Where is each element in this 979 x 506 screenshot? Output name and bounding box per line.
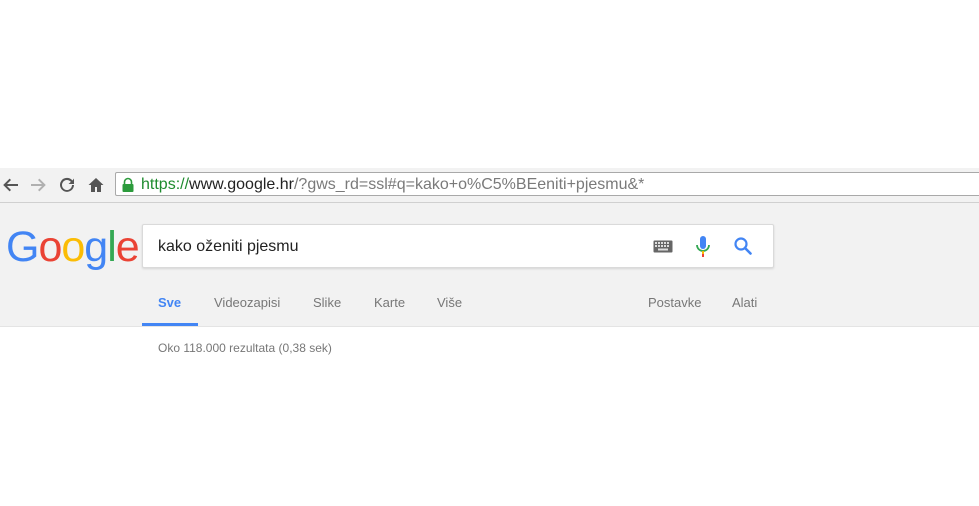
back-button[interactable] — [0, 172, 22, 198]
active-tab-indicator — [142, 323, 198, 326]
tab-alati[interactable]: Alati — [732, 295, 757, 310]
keyboard-icon[interactable] — [653, 240, 673, 253]
home-button[interactable] — [85, 172, 107, 198]
reload-icon — [60, 177, 74, 192]
browser-toolbar: https://www.google.hr/?gws_rd=ssl#q=kako… — [0, 168, 979, 203]
forward-icon — [31, 178, 46, 192]
logo-letter: G — [6, 223, 39, 271]
logo-letter: e — [115, 223, 140, 271]
url-scheme: https:// — [141, 176, 190, 193]
tab-slike[interactable]: Slike — [313, 295, 341, 310]
logo-letter: g — [84, 223, 108, 271]
address-bar[interactable]: https://www.google.hr/?gws_rd=ssl#q=kako… — [115, 172, 979, 196]
back-icon — [3, 178, 19, 192]
logo-letter: l — [107, 223, 117, 271]
tab-sve[interactable]: Sve — [158, 295, 181, 310]
result-stats: Oko 118.000 rezultata (0,38 sek) — [158, 341, 332, 355]
url-host: www.google.hr — [189, 176, 294, 193]
url-text: https://www.google.hr/?gws_rd=ssl#q=kako… — [141, 176, 644, 194]
microphone-icon[interactable] — [695, 235, 711, 259]
tab-karte[interactable]: Karte — [374, 295, 405, 310]
reload-button[interactable] — [56, 172, 78, 198]
google-header: Google Sve Videozapisi Slike Karte Više — [0, 203, 979, 327]
google-logo[interactable]: Google — [6, 222, 140, 272]
lock-icon — [122, 177, 134, 192]
tab-videozapisi[interactable]: Videozapisi — [214, 295, 280, 310]
search-box — [142, 224, 774, 268]
url-path: /?gws_rd=ssl#q=kako+o%C5%BEeniti+pjesmu&… — [293, 176, 645, 193]
logo-letter: o — [38, 223, 62, 271]
tab-vise[interactable]: Više — [437, 295, 462, 310]
search-icon[interactable] — [733, 236, 753, 256]
forward-button[interactable] — [27, 172, 49, 198]
logo-letter: o — [61, 223, 85, 271]
search-tabs: Sve Videozapisi Slike Karte Više Postavk… — [0, 285, 979, 326]
search-input[interactable] — [158, 237, 628, 257]
tab-postavke[interactable]: Postavke — [648, 295, 701, 310]
home-icon — [88, 178, 104, 192]
